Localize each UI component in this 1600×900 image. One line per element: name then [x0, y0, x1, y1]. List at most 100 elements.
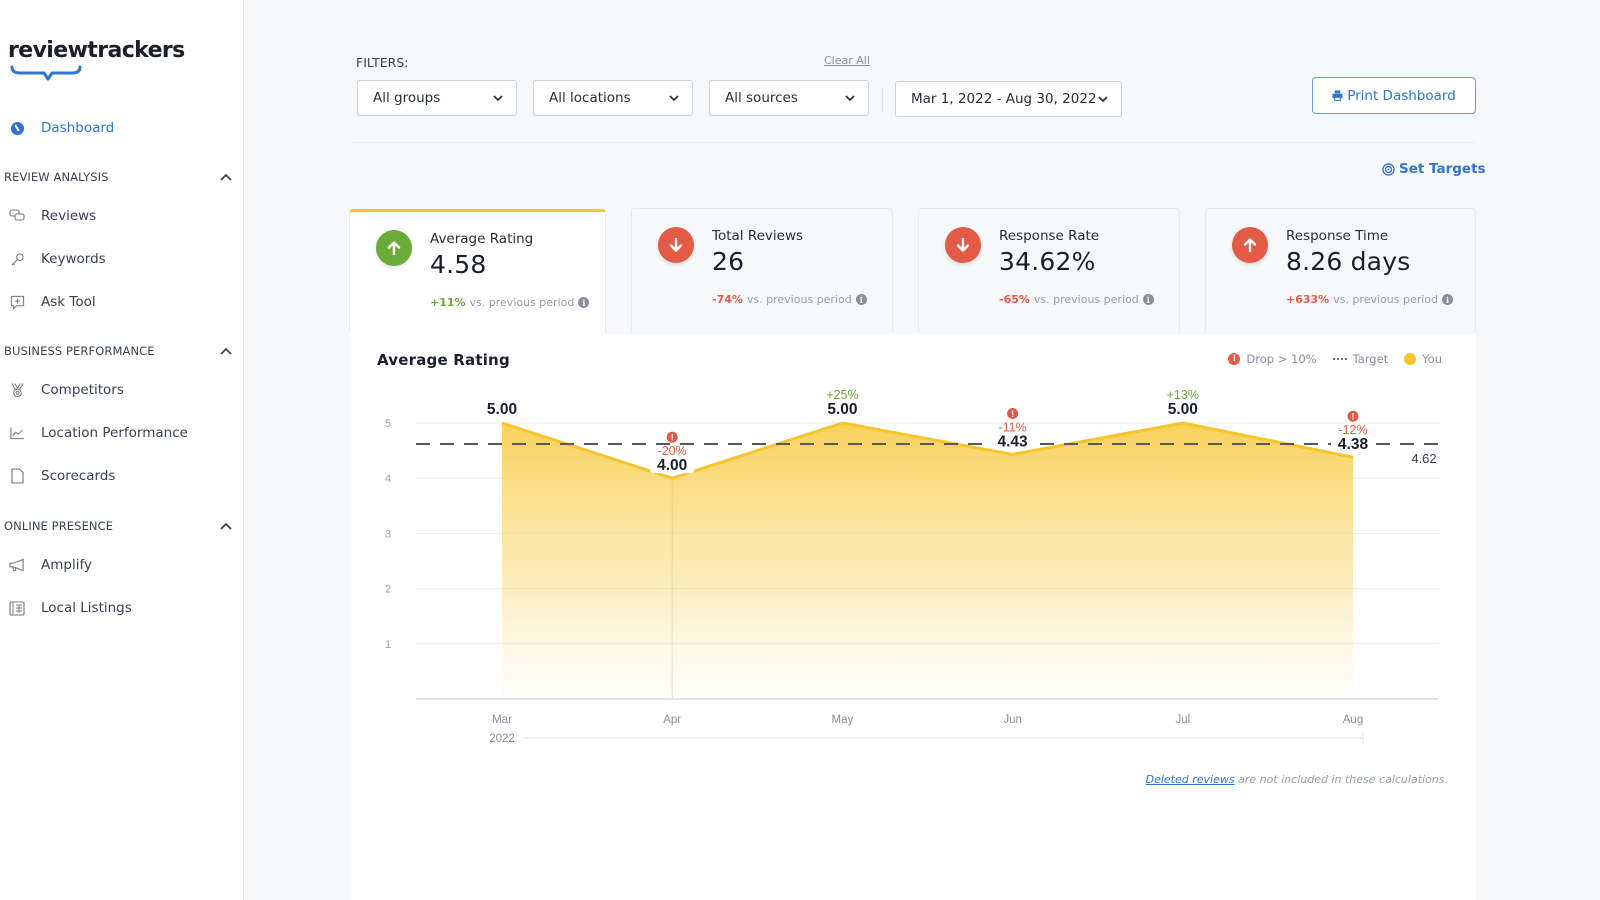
footnote-text: are not included in these calculations.	[1234, 773, 1448, 786]
kpi-change: +11% vs. previous period i	[430, 296, 590, 309]
sidebar-item-label: Local Listings	[41, 600, 132, 616]
x-tick-label: May	[832, 714, 854, 726]
data-change-label: -20%	[658, 444, 687, 458]
kpi-change-percent: +11%	[430, 296, 466, 309]
chevron-down-icon	[669, 95, 679, 102]
kpi-value: 26	[712, 247, 745, 276]
data-point[interactable]	[668, 474, 676, 482]
x-tick-label: Apr	[663, 714, 681, 726]
x-tick-label: Jul	[1175, 714, 1190, 726]
average-rating-chart-panel: Average Rating ! Drop > 10% Target You 1…	[349, 334, 1476, 900]
section-review-analysis[interactable]: REVIEW ANALYSIS	[4, 167, 232, 187]
logo-speech-bracket-icon	[10, 65, 82, 81]
y-tick-label: 5	[385, 418, 391, 430]
key-icon	[9, 251, 25, 267]
kpi-card-total-reviews[interactable]: Total Reviews 26 -74% vs. previous perio…	[631, 208, 893, 333]
sidebar: reviewtrackers Dashboard REVIEW ANALYSIS…	[0, 0, 244, 900]
print-dashboard-button[interactable]: Print Dashboard	[1312, 77, 1476, 114]
kpi-value: 4.58	[430, 250, 487, 279]
groups-select-value: All groups	[373, 90, 441, 106]
info-icon[interactable]: i	[1442, 294, 1454, 305]
kpi-change-percent: -74%	[712, 293, 743, 306]
chat-bubbles-icon	[9, 208, 25, 224]
kpi-change-percent: +633%	[1286, 293, 1330, 306]
x-tick-label: Mar	[492, 714, 512, 726]
kpi-card-response-rate[interactable]: Response Rate 34.62% -65% vs. previous p…	[918, 208, 1180, 333]
kpi-card-response-time[interactable]: Response Time 8.26 days +633% vs. previo…	[1205, 208, 1476, 333]
chevron-down-icon	[493, 95, 503, 102]
sidebar-item-label: Location Performance	[41, 425, 188, 441]
kpi-title: Response Rate	[999, 228, 1100, 244]
print-dashboard-label: Print Dashboard	[1347, 87, 1456, 104]
trend-chart-icon	[9, 425, 25, 441]
trend-up-icon	[376, 230, 412, 266]
sidebar-item-label: Reviews	[41, 208, 97, 224]
sidebar-item-label: Amplify	[41, 557, 92, 573]
data-change-label: +13%	[1167, 388, 1199, 402]
info-icon[interactable]: i	[855, 294, 867, 305]
dashboard-gauge-icon	[9, 120, 25, 136]
chart-footnote: Deleted reviews are not included in thes…	[1146, 773, 1448, 786]
chevron-down-icon	[845, 95, 855, 102]
info-icon[interactable]: i	[1142, 294, 1154, 305]
date-range-select[interactable]: Mar 1, 2022 - Aug 30, 2022	[895, 81, 1122, 117]
y-tick-label: 1	[385, 639, 391, 651]
kpi-change-percent: -65%	[999, 293, 1030, 306]
x-year-label: 2022	[489, 733, 515, 745]
medal-icon	[9, 382, 25, 398]
kpi-change: -65% vs. previous period i	[999, 293, 1154, 306]
kpi-change-suffix: vs. previous period	[746, 293, 852, 306]
data-change-label: +25%	[826, 388, 858, 402]
clear-all-link[interactable]: Clear All	[824, 54, 870, 67]
section-title: BUSINESS PERFORMANCE	[4, 344, 155, 358]
filter-divider	[882, 88, 883, 112]
x-tick-label: Aug	[1343, 714, 1363, 726]
locations-select-value: All locations	[549, 90, 631, 106]
y-tick-label: 4	[385, 473, 391, 485]
x-tick-label: Jun	[1003, 714, 1022, 726]
data-point[interactable]	[1009, 450, 1017, 458]
target-value-label: 4.62	[1411, 451, 1436, 466]
data-point[interactable]	[498, 419, 506, 427]
data-point[interactable]	[1179, 419, 1187, 427]
section-title: REVIEW ANALYSIS	[4, 170, 109, 184]
section-online-presence[interactable]: ONLINE PRESENCE	[4, 516, 232, 536]
area-chart: 12345 4.62 5.004.00-20%!5.00+25%4.43-11%…	[385, 388, 1439, 745]
drop-alert-glyph: !	[1011, 409, 1014, 419]
kpi-card-average-rating[interactable]: Average Rating 4.58 +11% vs. previous pe…	[349, 209, 606, 334]
drop-alert-glyph: !	[1352, 412, 1355, 422]
brand-name: reviewtrackers	[8, 38, 185, 63]
sources-select[interactable]: All sources	[709, 80, 869, 116]
chevron-up-icon	[220, 173, 232, 181]
plus-message-icon	[9, 294, 25, 310]
set-targets-button[interactable]: Set Targets	[1382, 161, 1486, 177]
kpi-change-suffix: vs. previous period	[1333, 293, 1439, 306]
sidebar-item-label: Competitors	[41, 382, 124, 398]
trend-down-icon	[658, 227, 694, 263]
trend-down-icon	[945, 227, 981, 263]
kpi-change: -74% vs. previous period i	[712, 293, 867, 306]
locations-select[interactable]: All locations	[533, 80, 693, 116]
data-value-label: 5.00	[1168, 401, 1198, 418]
target-icon	[1382, 162, 1395, 176]
megaphone-icon	[9, 557, 25, 573]
data-value-label: 5.00	[827, 401, 857, 418]
kpi-value: 8.26 days	[1286, 247, 1411, 276]
data-value-label: 4.00	[657, 457, 687, 474]
printer-icon	[1332, 90, 1343, 101]
brand-logo[interactable]: reviewtrackers	[8, 38, 185, 81]
data-change-label: -11%	[998, 420, 1026, 434]
section-business-performance[interactable]: BUSINESS PERFORMANCE	[4, 341, 232, 361]
data-point[interactable]	[1349, 453, 1357, 461]
groups-select[interactable]: All groups	[357, 80, 517, 116]
deleted-reviews-link[interactable]: Deleted reviews	[1146, 773, 1235, 786]
kpi-value: 34.62%	[999, 247, 1096, 276]
kpi-title: Total Reviews	[712, 228, 804, 244]
trend-up-icon	[1232, 227, 1268, 263]
section-title: ONLINE PRESENCE	[4, 519, 114, 533]
data-point[interactable]	[838, 419, 846, 427]
info-icon[interactable]: i	[578, 297, 590, 308]
chevron-up-icon	[220, 522, 232, 530]
chevron-up-icon	[220, 347, 232, 355]
kpi-change: +633% vs. previous period i	[1286, 293, 1454, 306]
